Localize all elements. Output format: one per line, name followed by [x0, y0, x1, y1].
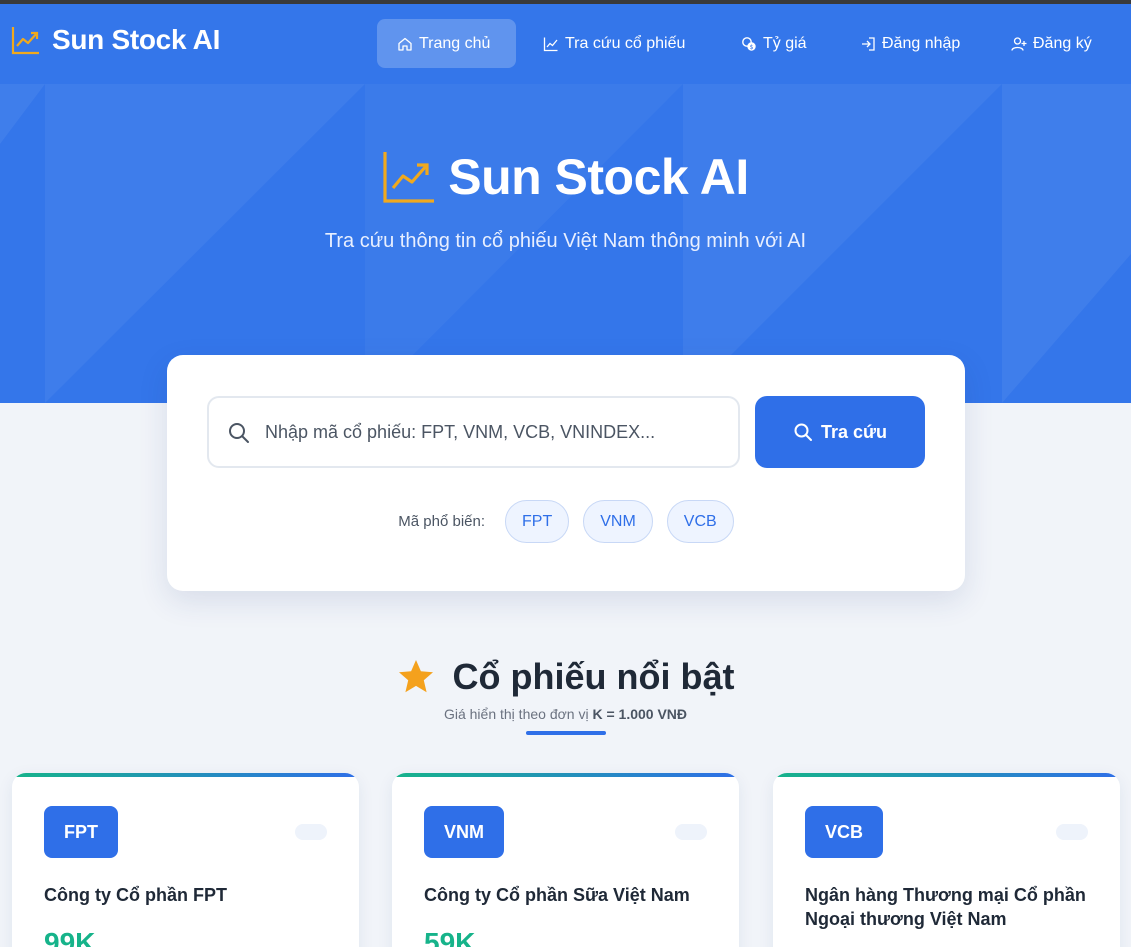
card-accent-bar: [392, 773, 739, 777]
nav-exchange-rate-label: Tỷ giá: [763, 34, 807, 52]
change-pill: [295, 824, 327, 840]
featured-title: Cổ phiếu nổi bật: [452, 656, 735, 697]
ticker-badge: FPT: [44, 806, 118, 858]
home-icon: [398, 37, 412, 51]
user-plus-icon: [1011, 36, 1027, 51]
nav-register[interactable]: Đăng ký: [991, 19, 1112, 68]
stock-card-vcb[interactable]: VCB Ngân hàng Thương mại Cổ phần Ngoại t…: [773, 773, 1120, 947]
login-icon: [862, 36, 875, 51]
star-icon: [398, 660, 433, 693]
trending-up-icon: [383, 152, 435, 203]
stock-card-vnm[interactable]: VNM Công ty Cổ phần Sữa Việt Nam 59K: [392, 773, 739, 947]
popular-label: Mã phổ biến:: [398, 513, 486, 530]
search-icon: [229, 423, 249, 443]
hero-subtitle: Tra cứu thông tin cổ phiếu Việt Nam thôn…: [324, 230, 807, 252]
search-card: Tra cứu Mã phổ biến: FPT VNM VCB: [167, 355, 965, 591]
company-name: Công ty Cổ phần FPT: [44, 885, 227, 905]
hero-title-row: Sun Stock AI: [0, 148, 1131, 206]
ticker-badge: VCB: [805, 806, 884, 858]
nav-login[interactable]: Đăng nhập: [840, 19, 980, 68]
card-accent-bar: [773, 773, 1120, 777]
search-button[interactable]: Tra cứu: [755, 396, 925, 468]
featured-heading: Cổ phiếu nổi bật: [0, 656, 1131, 698]
nav-stock-lookup[interactable]: Tra cứu cổ phiếu: [523, 19, 705, 68]
brand-name: Sun Stock AI: [52, 24, 221, 55]
stock-price: 99K: [44, 927, 96, 947]
brand-logo[interactable]: Sun Stock AI: [10, 24, 220, 56]
featured-subtitle-unit: K = 1.000 VNĐ: [592, 706, 688, 722]
nav-login-label: Đăng nhập: [882, 34, 961, 52]
search-icon: [794, 423, 812, 441]
coins-icon: $: [742, 36, 756, 51]
change-pill: [675, 824, 707, 840]
navbar: Sun Stock AI Trang chủ Tra cứu cổ phiếu …: [0, 4, 1131, 84]
nav-register-label: Đăng ký: [1033, 34, 1092, 52]
change-pill: [1056, 824, 1088, 840]
nav-home-label: Trang chủ: [419, 34, 491, 52]
nav-exchange-rate[interactable]: $ Tỷ giá: [721, 19, 827, 68]
featured-subtitle-prefix: Giá hiển thị theo đơn vị: [443, 706, 589, 722]
stock-price: 59K: [424, 927, 476, 947]
search-input[interactable]: [209, 398, 738, 466]
trending-up-icon: [11, 27, 39, 55]
company-name: Công ty Cổ phần Sữa Việt Nam: [424, 885, 690, 905]
featured-subtitle: Giá hiển thị theo đơn vị K = 1.000 VNĐ: [0, 706, 1131, 722]
chart-line-icon: [543, 37, 558, 51]
card-accent-bar: [12, 773, 359, 777]
popular-chip-vcb[interactable]: VCB: [666, 500, 734, 543]
hero-title: Sun Stock AI: [448, 149, 749, 205]
svg-text:$: $: [750, 44, 754, 51]
company-name: Ngân hàng Thương mại Cổ phần Ngoại thươn…: [805, 885, 1086, 929]
search-box: [207, 396, 740, 468]
popular-chip-vnm[interactable]: VNM: [583, 500, 653, 543]
search-button-label: Tra cứu: [820, 421, 888, 442]
nav-stock-lookup-label: Tra cứu cổ phiếu: [565, 34, 686, 52]
ticker-badge: VNM: [424, 806, 504, 858]
section-underline: [526, 731, 606, 735]
popular-chip-fpt[interactable]: FPT: [505, 500, 570, 543]
popular-tickers: Mã phổ biến: FPT VNM VCB: [167, 500, 965, 543]
stock-card-fpt[interactable]: FPT Công ty Cổ phần FPT 99K: [12, 773, 359, 947]
nav-home[interactable]: Trang chủ: [377, 19, 516, 68]
